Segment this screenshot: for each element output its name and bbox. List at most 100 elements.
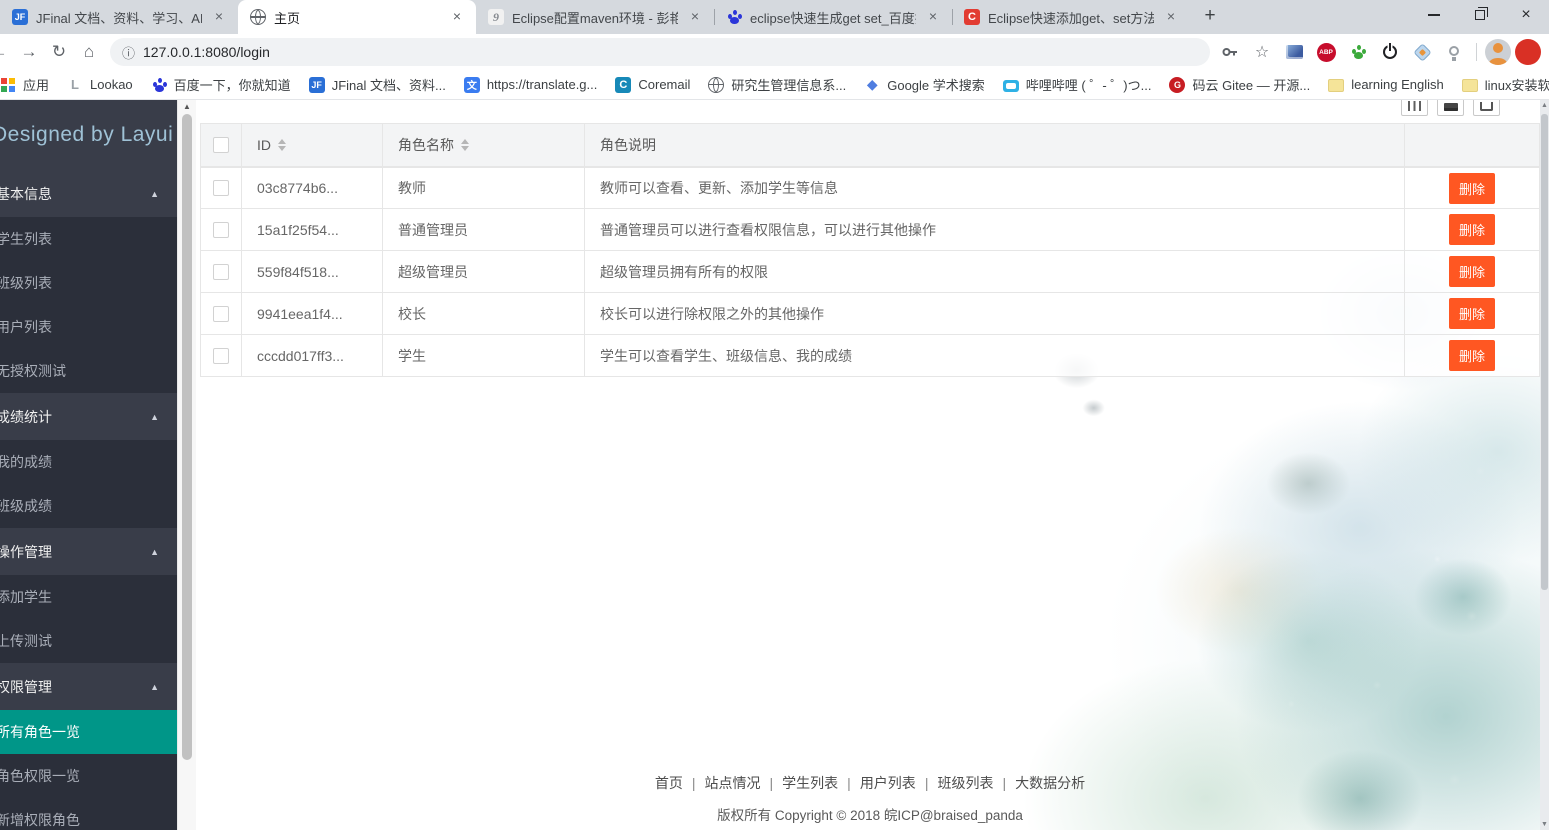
password-key-icon[interactable]: [1216, 38, 1244, 66]
footer-link-首页[interactable]: 首页: [655, 775, 683, 791]
sidebar-item-上传测试[interactable]: 上传测试: [0, 619, 177, 663]
bookmark-item[interactable]: 文 https://translate.g...: [456, 75, 606, 95]
row-checkbox[interactable]: [213, 180, 229, 196]
header-角色名称[interactable]: 角色名称: [383, 123, 585, 167]
bookmark-item[interactable]: 百度一下，你就知道: [143, 73, 299, 96]
sidebar-section-header[interactable]: 成绩统计 ▲: [0, 393, 177, 440]
page-info-icon[interactable]: ⓘ: [122, 43, 135, 62]
delete-button[interactable]: 删除: [1449, 173, 1495, 204]
notes-extension-icon[interactable]: [1408, 38, 1436, 66]
row-checkbox[interactable]: [213, 306, 229, 322]
bookmark-item[interactable]: G 码云 Gitee — 开源...: [1161, 73, 1318, 96]
lightbulb-extension-icon[interactable]: [1440, 38, 1468, 66]
browser-tab[interactable]: JF JFinal 文档、资料、学习、API， ×: [0, 0, 238, 34]
export-tool-button[interactable]: [1473, 100, 1500, 116]
sidebar-item-学生列表[interactable]: 学生列表: [0, 217, 177, 261]
baidu-extension-icon[interactable]: [1344, 38, 1372, 66]
delete-button[interactable]: 删除: [1449, 340, 1495, 371]
sidebar-item-添加学生[interactable]: 添加学生: [0, 575, 177, 619]
bookmark-item[interactable]: 哔哩哔哩 ( ゜- ゜)つ...: [995, 73, 1160, 96]
forward-button[interactable]: →: [14, 37, 44, 67]
tab-close-icon[interactable]: ×: [448, 8, 466, 26]
bookmark-label: 码云 Gitee — 开源...: [1192, 75, 1310, 94]
row-checkbox[interactable]: [213, 222, 229, 238]
sort-icon[interactable]: [461, 139, 469, 151]
restore-button[interactable]: [1457, 0, 1503, 30]
sidebar-item-我的成绩[interactable]: 我的成绩: [0, 440, 177, 484]
sidebar-item-新增权限角色[interactable]: 新增权限角色: [0, 798, 177, 830]
bookmark-item[interactable]: L Lookao: [59, 75, 141, 95]
select-all-checkbox[interactable]: [213, 137, 229, 153]
row-checkbox[interactable]: [213, 264, 229, 280]
bookmark-label: Coremail: [638, 77, 690, 92]
filter-tool-button[interactable]: [1401, 100, 1428, 116]
sidebar-item-label: 添加学生: [0, 587, 52, 607]
page-scroll-down-icon[interactable]: ▼: [1540, 821, 1549, 828]
header-ID[interactable]: ID: [242, 123, 383, 167]
delete-button[interactable]: 删除: [1449, 298, 1495, 329]
tab-close-icon[interactable]: ×: [924, 8, 942, 26]
sidebar-item-label: 上传测试: [0, 631, 52, 651]
bookmark-item[interactable]: linux安装软件: [1454, 73, 1549, 96]
browser-tab[interactable]: 9 Eclipse配置maven环境 - 彭艳 - ×: [476, 0, 714, 34]
blog-icon: 9: [488, 9, 504, 25]
bookmark-item[interactable]: learning English: [1320, 75, 1452, 94]
bookmark-item[interactable]: 应用: [0, 73, 57, 96]
reload-button[interactable]: ↻: [44, 37, 74, 67]
apps-grid-icon: [0, 77, 16, 93]
minimize-button[interactable]: [1411, 0, 1457, 30]
footer-link-用户列表[interactable]: 用户列表: [860, 775, 916, 791]
bookmark-item[interactable]: C Coremail: [607, 75, 698, 95]
secondary-avatar[interactable]: [1515, 39, 1541, 65]
tab-close-icon[interactable]: ×: [1162, 8, 1180, 26]
sidebar-item-班级列表[interactable]: 班级列表: [0, 261, 177, 305]
row-checkbox[interactable]: [213, 348, 229, 364]
adblock-extension-icon[interactable]: ABP: [1312, 38, 1340, 66]
tab-close-icon[interactable]: ×: [210, 8, 228, 26]
letter-l-icon: L: [67, 77, 83, 93]
jf-icon: JF: [12, 9, 28, 25]
sidebar-section-header[interactable]: 操作管理 ▲: [0, 528, 177, 575]
footer-link-站点情况[interactable]: 站点情况: [705, 775, 761, 791]
address-bar[interactable]: ⓘ 127.0.0.1:8080/login: [110, 38, 1210, 66]
table-row: cccdd017ff3... 学生 学生可以查看学生、班级信息、我的成绩 删除: [200, 335, 1540, 377]
new-tab-button[interactable]: +: [1196, 3, 1224, 31]
sidebar-scroll-thumb[interactable]: [182, 114, 192, 760]
browser-tab[interactable]: eclipse快速生成get set_百度搜 ×: [714, 0, 952, 34]
page-scroll-up-icon[interactable]: ▲: [1540, 102, 1549, 109]
sidebar-section-header[interactable]: 基本信息 ▲: [0, 170, 177, 217]
bookmark-star-icon[interactable]: ☆: [1248, 38, 1276, 66]
print-tool-button[interactable]: [1437, 100, 1464, 116]
delete-button[interactable]: 删除: [1449, 256, 1495, 287]
tab-close-icon[interactable]: ×: [686, 8, 704, 26]
sidebar-item-用户列表[interactable]: 用户列表: [0, 305, 177, 349]
video-extension-icon[interactable]: [1280, 38, 1308, 66]
power-extension-icon[interactable]: [1376, 38, 1404, 66]
back-button[interactable]: ←: [0, 37, 14, 67]
home-button[interactable]: ⌂: [74, 37, 104, 67]
sidebar-item-班级成绩[interactable]: 班级成绩: [0, 484, 177, 528]
bookmark-item[interactable]: ◆ Google 学术搜索: [856, 73, 993, 96]
roles-table: ID角色名称角色说明 03c8774b6... 教师 教师可以查看、更新、添加学…: [200, 123, 1540, 377]
footer-link-学生列表[interactable]: 学生列表: [782, 775, 838, 791]
sidebar-item-无授权测试[interactable]: 无授权测试: [0, 349, 177, 393]
delete-button[interactable]: 删除: [1449, 214, 1495, 245]
sidebar-scroll-up-icon[interactable]: ▲: [178, 102, 196, 111]
page-scroll-thumb[interactable]: [1541, 114, 1548, 590]
sort-icon[interactable]: [278, 139, 286, 151]
profile-avatar[interactable]: [1485, 39, 1511, 65]
bookmark-item[interactable]: 研究生管理信息系...: [700, 73, 854, 96]
bookmark-item[interactable]: JF JFinal 文档、资料...: [301, 73, 454, 96]
sidebar-item-所有角色一览[interactable]: 所有角色一览: [0, 710, 177, 754]
close-button[interactable]: ×: [1503, 0, 1549, 30]
page-scrollbar[interactable]: ▲ ▼: [1540, 100, 1549, 830]
sidebar-item-角色权限一览[interactable]: 角色权限一览: [0, 754, 177, 798]
browser-tab[interactable]: C Eclipse快速添加get、set方法 - ×: [952, 0, 1190, 34]
browser-tab[interactable]: 主页 ×: [238, 0, 476, 34]
footer-link-大数据分析[interactable]: 大数据分析: [1015, 775, 1085, 791]
bookmark-label: Lookao: [90, 77, 133, 92]
sidebar-section-header[interactable]: 权限管理 ▲: [0, 663, 177, 710]
compass-icon: [1413, 43, 1431, 61]
footer-link-班级列表[interactable]: 班级列表: [937, 775, 993, 791]
sidebar-scrollbar[interactable]: ▲: [177, 100, 196, 830]
